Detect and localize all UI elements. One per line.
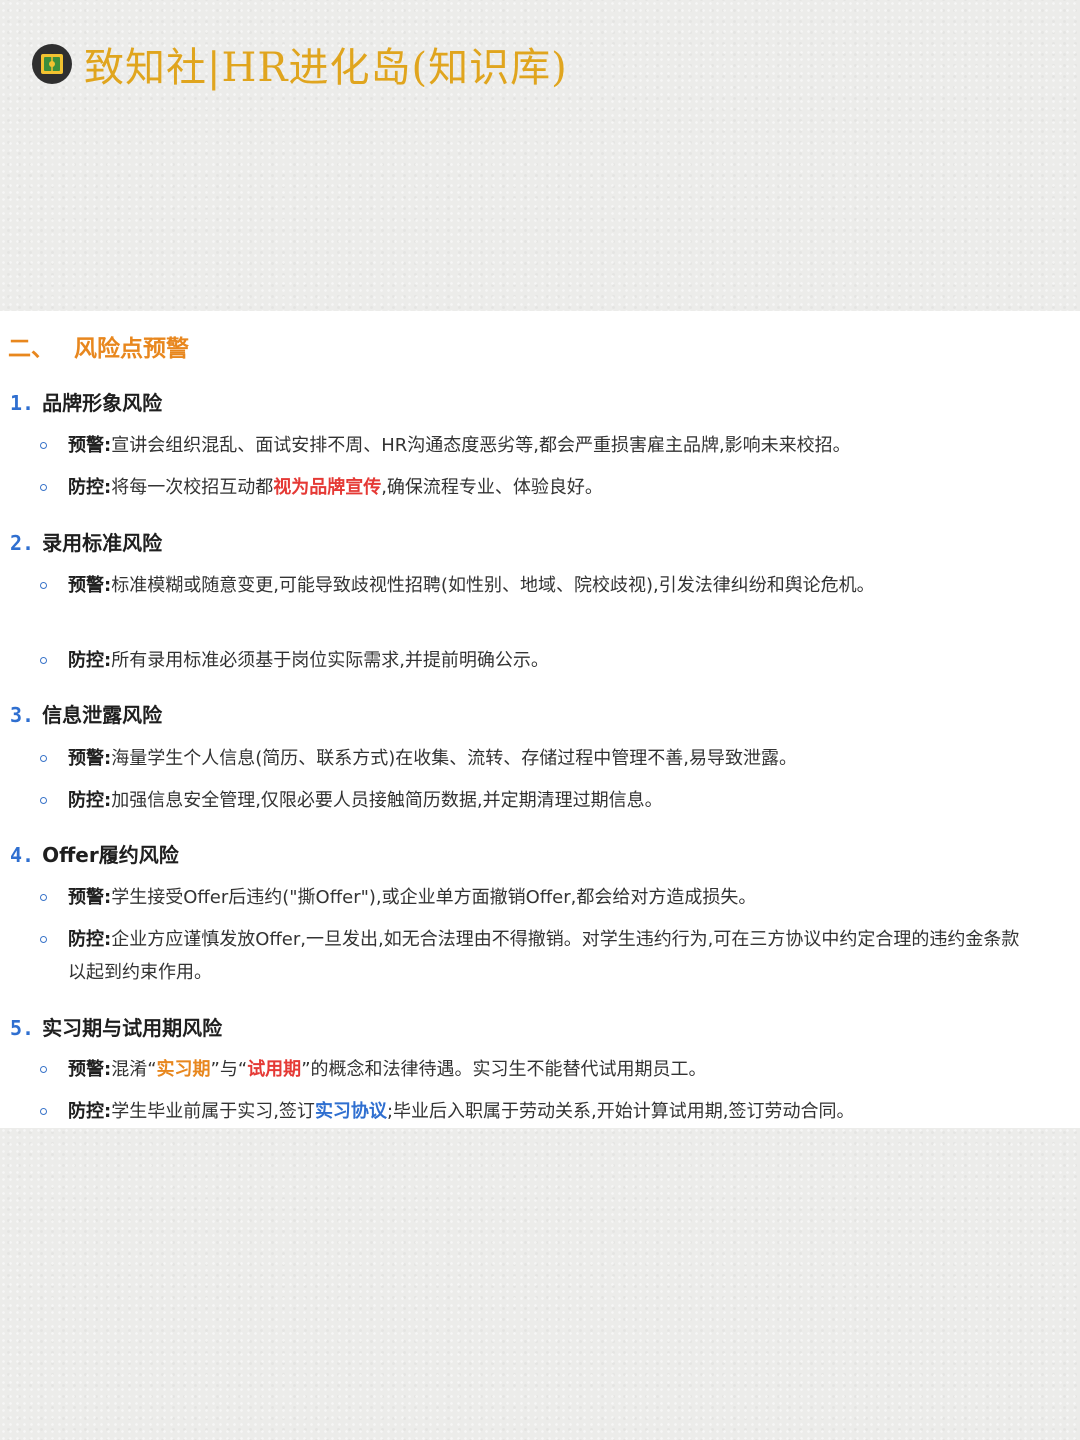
bullet-circle-icon — [40, 484, 47, 491]
control-text: 所有录用标准必须基于岗位实际需求,并提前明确公示。 — [111, 650, 549, 671]
control-text-post: ,确保流程专业、体验良好。 — [381, 477, 603, 498]
probation-highlight: 试用期 — [247, 1059, 302, 1080]
warning-label: 预警: — [68, 748, 112, 769]
warning-label: 预警: — [68, 435, 112, 456]
control-text: 企业方应谨慎发放Offer,一旦发出,如无合法理由不得撤销。对学生违约行为,可在… — [68, 929, 1020, 983]
warning-label: 预警: — [68, 575, 112, 596]
bullet-circle-icon — [40, 894, 47, 901]
warning-text: 标准模糊或随意变更,可能导致歧视性招聘(如性别、地域、院校歧视),引发法律纠纷和… — [111, 575, 875, 596]
item-index: 1. — [10, 391, 35, 415]
control-bullet: 防控:所有录用标准必须基于岗位实际需求,并提前明确公示。 — [40, 644, 1040, 677]
item-index: 4. — [10, 843, 35, 867]
item-index: 3. — [10, 703, 35, 727]
header: 致知社|HR进化岛(知识库) — [32, 38, 568, 91]
control-bullet: 防控:将每一次校招互动都视为品牌宣传,确保流程专业、体验良好。 — [40, 471, 1040, 504]
bullet-circle-icon — [40, 1108, 47, 1115]
warning-bullet: 预警:学生接受Offer后违约("撕Offer"),或企业单方面撤销Offer,… — [40, 881, 1040, 914]
book-logo-icon — [32, 44, 72, 84]
control-text-post: ;毕业后入职属于劳动关系,开始计算试用期,签订劳动合同。 — [386, 1101, 855, 1122]
warning-text: 宣讲会组织混乱、面试安排不周、HR沟通态度恶劣等,都会严重损害雇主品牌,影响未来… — [111, 435, 851, 456]
bullet-circle-icon — [40, 657, 47, 664]
bullet-circle-icon — [40, 797, 47, 804]
control-label: 防控: — [68, 650, 112, 671]
item-index: 2. — [10, 531, 35, 555]
item-title: 3. 信息泄露风险 — [10, 699, 162, 728]
bullet-circle-icon — [40, 755, 47, 762]
control-bullet: 防控:企业方应谨慎发放Offer,一旦发出,如无合法理由不得撤销。对学生违约行为… — [40, 923, 1030, 989]
control-label: 防控: — [68, 1101, 112, 1122]
warning-label: 预警: — [68, 887, 112, 908]
section-title: 二、 风险点预警 — [8, 329, 189, 363]
item-title: 4. Offer履约风险 — [10, 839, 179, 868]
item-title-text: 实习期与试用期风险 — [42, 1016, 223, 1040]
warning-text-mid: ”与“ — [210, 1059, 248, 1080]
item-title: 5. 实习期与试用期风险 — [10, 1012, 222, 1041]
item-index: 5. — [10, 1016, 35, 1040]
control-bullet: 防控:学生毕业前属于实习,签订实习协议;毕业后入职属于劳动关系,开始计算试用期,… — [40, 1095, 1040, 1128]
item-title: 1. 品牌形象风险 — [10, 387, 162, 416]
bullet-circle-icon — [40, 442, 47, 449]
control-label: 防控: — [68, 790, 112, 811]
control-text-pre: 学生毕业前属于实习,签订 — [111, 1101, 315, 1122]
warning-bullet: 预警:标准模糊或随意变更,可能导致歧视性招聘(如性别、地域、院校歧视),引发法律… — [40, 569, 1000, 602]
control-highlight: 视为品牌宣传 — [273, 477, 382, 498]
control-text: 加强信息安全管理,仅限必要人员接触简历数据,并定期清理过期信息。 — [111, 790, 663, 811]
item-title-text: Offer履约风险 — [42, 843, 179, 867]
warning-text: 海量学生个人信息(简历、联系方式)在收集、流转、存储过程中管理不善,易导致泄露。 — [111, 748, 797, 769]
control-text-pre: 将每一次校招互动都 — [111, 477, 274, 498]
section-title-text: 风险点预警 — [74, 336, 189, 362]
control-bullet: 防控:加强信息安全管理,仅限必要人员接触简历数据,并定期清理过期信息。 — [40, 784, 1040, 817]
control-label: 防控: — [68, 929, 112, 950]
item-title-text: 录用标准风险 — [42, 531, 163, 555]
bullet-circle-icon — [40, 582, 47, 589]
item-title-text: 品牌形象风险 — [42, 391, 163, 415]
item-title-text: 信息泄露风险 — [42, 703, 163, 727]
warning-text-pre: 混淆“ — [111, 1059, 157, 1080]
section-number: 二、 — [8, 336, 54, 362]
bullet-circle-icon — [40, 1066, 47, 1073]
control-highlight: 实习协议 — [314, 1101, 387, 1122]
bullet-circle-icon — [40, 936, 47, 943]
warning-bullet: 预警:宣讲会组织混乱、面试安排不周、HR沟通态度恶劣等,都会严重损害雇主品牌,影… — [40, 429, 1040, 462]
item-title: 2. 录用标准风险 — [10, 527, 162, 556]
warning-text: 学生接受Offer后违约("撕Offer"),或企业单方面撤销Offer,都会给… — [111, 887, 757, 908]
content-card: 二、 风险点预警 1. 品牌形象风险 预警:宣讲会组织混乱、面试安排不周、HR沟通态… — [0, 311, 1080, 1128]
warning-bullet: 预警:混淆“实习期”与“试用期”的概念和法律待遇。实习生不能替代试用期员工。 — [40, 1053, 1040, 1086]
brand-title: 致知社|HR进化岛(知识库) — [84, 45, 568, 91]
warning-text-post: ”的概念和法律待遇。实习生不能替代试用期员工。 — [301, 1059, 707, 1080]
internship-highlight: 实习期 — [156, 1059, 211, 1080]
warning-bullet: 预警:海量学生个人信息(简历、联系方式)在收集、流转、存储过程中管理不善,易导致… — [40, 742, 1040, 775]
control-label: 防控: — [68, 477, 112, 498]
warning-label: 预警: — [68, 1059, 112, 1080]
